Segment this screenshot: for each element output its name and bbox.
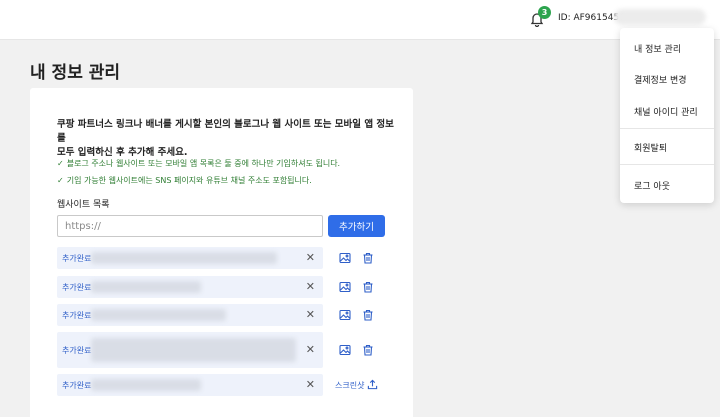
row-status: 추가완료	[62, 311, 92, 320]
redacted-url	[91, 379, 201, 391]
redacted-url	[91, 338, 296, 362]
website-info-card: 쿠팡 파트너스 링크나 배너를 게시할 본인의 블로그나 웹 사이트 또는 모바…	[30, 88, 413, 417]
menu-divider	[620, 164, 714, 165]
menu-divider	[620, 128, 714, 129]
trash-icon[interactable]	[362, 344, 374, 356]
notification-badge: 3	[538, 6, 551, 19]
row-status: 추가완료	[62, 254, 92, 263]
website-row: 추가완료 ✕	[57, 332, 323, 368]
website-row: 추가완료 ✕	[57, 374, 323, 396]
redacted-url	[91, 281, 201, 293]
screenshot-upload-button[interactable]: 스크린샷	[335, 379, 378, 391]
remove-icon[interactable]: ✕	[306, 280, 315, 293]
website-row: 추가완료 ✕	[57, 276, 323, 298]
intro-text: 쿠팡 파트너스 링크나 배너를 게시할 본인의 블로그나 웹 사이트 또는 모바…	[57, 118, 397, 160]
website-url-input[interactable]	[57, 215, 323, 237]
redacted-url	[91, 309, 226, 321]
menu-item-withdraw[interactable]: 회원탈퇴	[634, 141, 667, 154]
add-website-button[interactable]: 추가하기	[328, 215, 385, 237]
remove-icon[interactable]: ✕	[306, 343, 315, 356]
menu-item-my-info[interactable]: 내 정보 관리	[634, 42, 681, 55]
row-status: 추가완료	[62, 381, 92, 390]
menu-item-channel-id[interactable]: 채널 아이디 관리	[634, 105, 698, 118]
check-icon: ✓	[57, 176, 64, 185]
trash-icon[interactable]	[362, 252, 374, 264]
notice-2-text: 기입 가능한 웹사이트에는 SNS 페이지와 유튜브 채널 주소도 포함됩니다.	[66, 176, 312, 185]
trash-icon[interactable]	[362, 281, 374, 293]
website-list-label: 웹사이트 목록	[57, 200, 110, 210]
notice-1: ✓ 블로그 주소나 웹사이트 또는 모바일 앱 목록은 둘 중에 하나만 기입하셔…	[57, 158, 340, 169]
image-icon[interactable]	[339, 309, 351, 321]
remove-icon[interactable]: ✕	[306, 251, 315, 264]
website-row: 추가완료 ✕	[57, 247, 323, 269]
top-bar: 3 ID: AF9615456	[0, 0, 720, 40]
notice-1-text: 블로그 주소나 웹사이트 또는 모바일 앱 목록은 둘 중에 하나만 기입하셔도…	[66, 159, 341, 168]
intro-line-1: 쿠팡 파트너스 링크나 배너를 게시할 본인의 블로그나 웹 사이트 또는 모바…	[57, 119, 394, 144]
menu-item-logout[interactable]: 로그 아웃	[634, 179, 670, 192]
remove-icon[interactable]: ✕	[306, 308, 315, 321]
trash-icon[interactable]	[362, 309, 374, 321]
user-dropdown-menu: 내 정보 관리 결제정보 변경 채널 아이디 관리 회원탈퇴 로그 아웃	[620, 28, 714, 203]
row-status: 추가완료	[62, 283, 92, 292]
redacted-url	[91, 252, 277, 264]
image-icon[interactable]	[339, 281, 351, 293]
redacted-user-name[interactable]	[614, 9, 706, 25]
screenshot-label: 스크린샷	[335, 381, 365, 390]
image-icon[interactable]	[339, 252, 351, 264]
website-row: 추가완료 ✕	[57, 304, 323, 326]
row-status: 추가완료	[62, 346, 92, 355]
upload-icon	[368, 379, 378, 390]
notice-2: ✓ 기입 가능한 웹사이트에는 SNS 페이지와 유튜브 채널 주소도 포함됩니다…	[57, 175, 312, 186]
page-title: 내 정보 관리	[30, 63, 121, 83]
remove-icon[interactable]: ✕	[306, 378, 315, 391]
menu-item-payment-info[interactable]: 결제정보 변경	[634, 73, 687, 86]
check-icon: ✓	[57, 159, 64, 168]
image-icon[interactable]	[339, 344, 351, 356]
